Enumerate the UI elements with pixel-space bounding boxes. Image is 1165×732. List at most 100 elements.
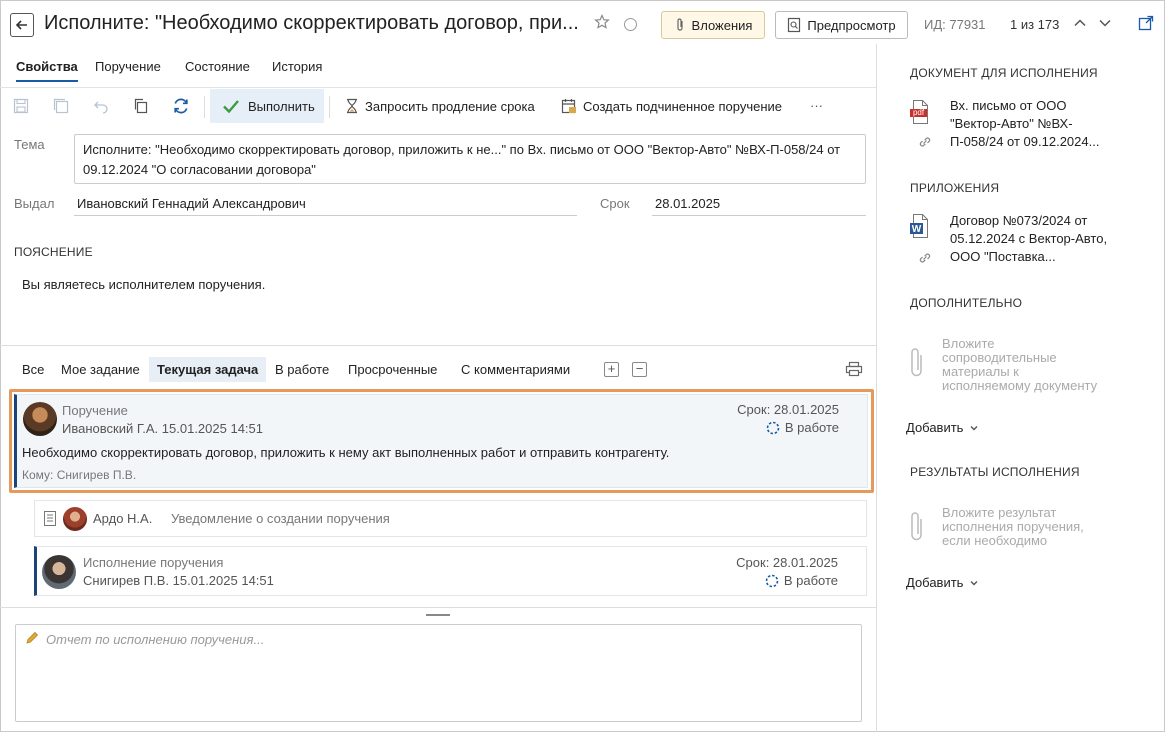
issued-by-field[interactable]: Ивановский Геннадий Александрович xyxy=(74,196,577,216)
notification-text: Уведомление о создании поручения xyxy=(171,511,390,526)
chevron-down-icon xyxy=(970,580,978,585)
sub-task-type: Исполнение поручения xyxy=(83,555,224,570)
attachments-label: Вложения xyxy=(691,17,753,33)
filter-in-progress[interactable]: В работе xyxy=(275,362,329,377)
filter-current-task[interactable]: Текущая задача xyxy=(149,357,267,382)
refresh-icon[interactable] xyxy=(171,96,191,116)
sub-task-author: Снигирев П.В. 15.01.2025 14:51 xyxy=(83,573,274,588)
print-icon[interactable] xyxy=(845,361,863,380)
filter-overdue[interactable]: Просроченные xyxy=(348,362,437,377)
subject-field[interactable]: Исполните: "Необходимо скорректировать д… xyxy=(74,134,866,184)
pencil-icon xyxy=(26,631,39,644)
extra-hint: Вложите сопроводительные материалы к исп… xyxy=(942,337,1122,393)
in-progress-icon xyxy=(765,574,779,587)
sidebar-doc-line: Вх. письмо от ООО xyxy=(950,98,1067,113)
task-body: Необходимо скорректировать договор, прил… xyxy=(22,445,670,460)
external-window-icon xyxy=(1138,15,1154,31)
copy-icon[interactable] xyxy=(131,96,151,116)
open-in-window-button[interactable] xyxy=(1138,15,1154,34)
checkmark-icon xyxy=(223,100,239,114)
back-button[interactable] xyxy=(10,13,34,37)
task-due: Срок: 28.01.2025 xyxy=(737,402,839,417)
task-status: В работе xyxy=(766,420,839,435)
in-progress-icon xyxy=(766,421,780,434)
chevron-down-icon xyxy=(970,425,978,430)
execute-button[interactable]: Выполнить xyxy=(210,89,324,123)
extra-hint-line: материалы к xyxy=(942,364,1019,379)
results-hint-line: исполнения поручения, xyxy=(942,519,1084,534)
pdf-badge-text: pdf xyxy=(912,108,925,117)
sub-task-card[interactable]: Исполнение поручения Снигирев П.В. 15.01… xyxy=(34,546,867,596)
avatar xyxy=(63,507,87,531)
link-icon xyxy=(919,253,931,263)
due-date-field[interactable]: 28.01.2025 xyxy=(652,196,866,216)
results-add-label: Добавить xyxy=(906,575,964,590)
sidebar-divider xyxy=(876,44,877,732)
status-circle-icon[interactable] xyxy=(624,18,637,31)
filter-with-comments[interactable]: С комментариями xyxy=(461,362,570,377)
sub-task-due: Срок: 28.01.2025 xyxy=(736,555,838,570)
sidebar-extra-heading: ДОПОЛНИТЕЛЬНО xyxy=(910,296,1023,310)
notification-author: Ардо Н.А. xyxy=(93,511,153,526)
attachments-button[interactable]: Вложения xyxy=(661,11,765,39)
favorite-star-icon[interactable] xyxy=(594,14,610,33)
sidebar-attachment-link[interactable]: Договор №073/2024 от 05.12.2024 с Вектор… xyxy=(950,212,1125,266)
sidebar-attachment-line: Договор №073/2024 от xyxy=(950,213,1088,228)
undo-icon[interactable] xyxy=(91,96,111,116)
expand-all-button[interactable]: + xyxy=(604,362,619,377)
filter-all[interactable]: Все xyxy=(22,362,44,377)
paperclip-icon xyxy=(911,512,922,541)
sub-task-status: В работе xyxy=(765,573,838,588)
pager-text: 1 из 173 xyxy=(1010,17,1060,32)
results-hint-line: если необходимо xyxy=(942,533,1048,548)
extra-hint-line: Вложите xyxy=(942,336,995,351)
filter-my-task[interactable]: Мое задание xyxy=(61,362,140,377)
next-record-button[interactable] xyxy=(1097,15,1113,34)
chevron-up-icon xyxy=(1074,19,1086,27)
previous-record-button[interactable] xyxy=(1072,15,1088,34)
page-title: Исполните: "Необходимо скорректировать д… xyxy=(44,12,579,34)
link-icon xyxy=(919,137,931,147)
more-actions-button[interactable]: ··· xyxy=(810,98,823,113)
sub-task-status-label: В работе xyxy=(783,573,838,588)
resize-handle[interactable] xyxy=(426,614,450,616)
preview-doc-icon xyxy=(788,17,801,33)
results-hint-line: Вложите результат xyxy=(942,505,1057,520)
section-divider xyxy=(0,345,876,346)
due-date-label: Срок xyxy=(600,196,630,211)
execute-label: Выполнить xyxy=(248,98,315,114)
tab-history[interactable]: История xyxy=(272,59,322,80)
task-type: Поручение xyxy=(62,403,128,418)
document-icon xyxy=(44,511,56,526)
sidebar-doc-heading: ДОКУМЕНТ ДЛЯ ИСПОЛНЕНИЯ xyxy=(910,66,1098,80)
toolbar-separator xyxy=(204,96,205,118)
notification-card[interactable]: Ардо Н.А. Уведомление о создании поручен… xyxy=(34,500,867,537)
tab-state[interactable]: Состояние xyxy=(185,59,250,80)
toolbar-separator xyxy=(329,96,330,118)
sidebar-doc-link[interactable]: Вх. письмо от ООО "Вектор-Авто" №ВХ- П-0… xyxy=(950,97,1125,151)
results-add-button[interactable]: Добавить xyxy=(906,575,979,590)
hourglass-icon xyxy=(347,98,357,114)
tab-assignment[interactable]: Поручение xyxy=(95,59,161,80)
word-badge-text: W xyxy=(911,224,922,235)
create-sub-assignment-button[interactable]: Создать подчиненное поручение xyxy=(561,98,782,114)
task-card-main[interactable]: Поручение Ивановский Г.А. 15.01.2025 14:… xyxy=(14,394,868,488)
subject-label: Тема xyxy=(14,137,45,152)
sidebar-attachments-heading: ПРИЛОЖЕНИЯ xyxy=(910,181,1000,195)
request-extension-label: Запросить продление срока xyxy=(365,98,535,114)
paperclip-icon xyxy=(676,18,683,31)
document-id: ИД: 77931 xyxy=(924,17,986,32)
sidebar-doc-line: "Вектор-Авто" №ВХ- xyxy=(950,116,1073,131)
preview-button[interactable]: Предпросмотр xyxy=(775,11,908,39)
avatar xyxy=(42,555,76,589)
extra-add-button[interactable]: Добавить xyxy=(906,420,979,435)
collapse-all-button[interactable]: − xyxy=(632,362,647,377)
task-status-label: В работе xyxy=(784,420,839,435)
report-placeholder: Отчет по исполнению поручения... xyxy=(46,632,265,647)
sidebar-results-heading: РЕЗУЛЬТАТЫ ИСПОЛНЕНИЯ xyxy=(910,465,1080,479)
extra-add-label: Добавить xyxy=(906,420,964,435)
tab-properties[interactable]: Свойства xyxy=(16,59,78,82)
save-icon[interactable] xyxy=(11,96,31,116)
request-extension-button[interactable]: Запросить продление срока xyxy=(345,98,535,114)
save-all-icon[interactable] xyxy=(51,96,71,116)
